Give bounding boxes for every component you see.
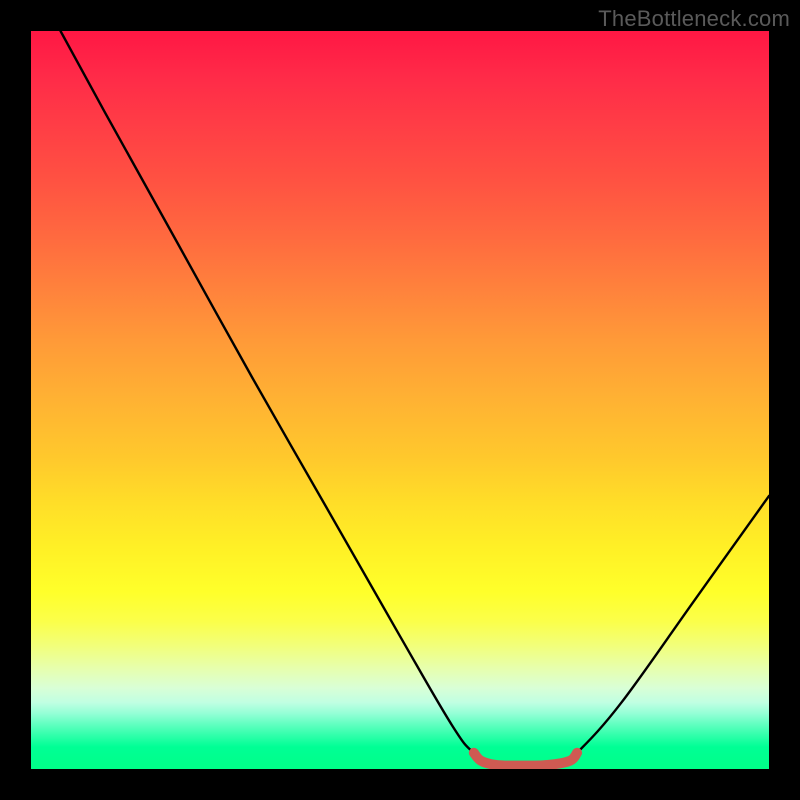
curve-layer: [31, 31, 769, 769]
optimal-band-marker: [474, 753, 577, 766]
chart-frame: TheBottleneck.com: [0, 0, 800, 800]
plot-area: [31, 31, 769, 769]
bottleneck-curve: [61, 31, 769, 765]
attribution-text: TheBottleneck.com: [598, 6, 790, 32]
